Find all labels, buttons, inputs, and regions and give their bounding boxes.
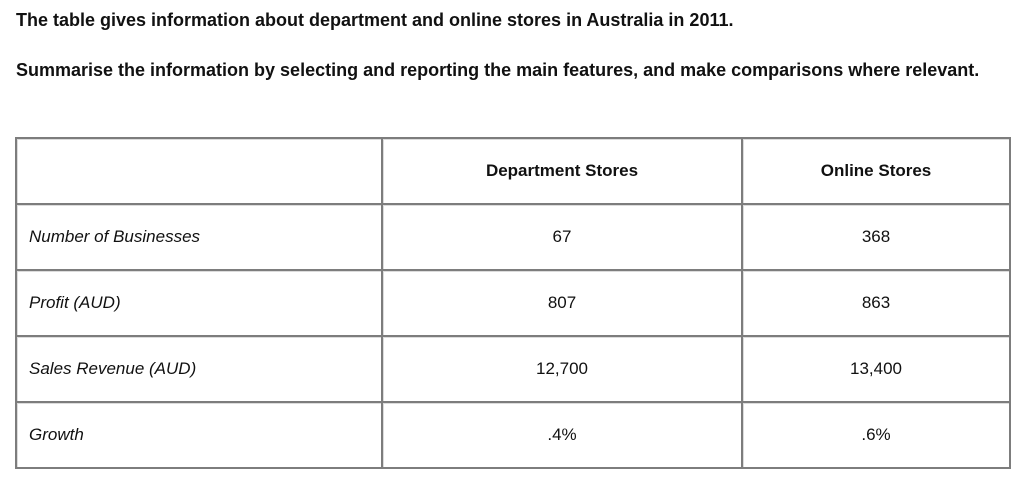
table-cell: 13,400 [741,335,1011,403]
table-row: Growth .4% .6% [15,401,1011,469]
table-cell: 863 [741,269,1011,337]
row-label-number-of-businesses: Number of Businesses [15,203,383,271]
row-label-sales-revenue: Sales Revenue (AUD) [15,335,383,403]
table-row: Sales Revenue (AUD) 12,700 13,400 [15,335,1011,403]
table-corner-cell [15,137,383,205]
row-label-growth: Growth [15,401,383,469]
table-header-row: Department Stores Online Stores [15,137,1011,205]
table-row: Profit (AUD) 807 863 [15,269,1011,337]
table-row: Number of Businesses 67 368 [15,203,1011,271]
data-table-container: Department Stores Online Stores Number o… [15,137,1011,469]
table-cell: 67 [381,203,743,271]
column-header-online-stores: Online Stores [741,137,1011,205]
table-cell: 368 [741,203,1011,271]
table-cell: .6% [741,401,1011,469]
task-description: The table gives information about depart… [16,10,734,30]
column-header-department-stores: Department Stores [381,137,743,205]
task-instruction: Summarise the information by selecting a… [16,60,980,80]
row-label-profit: Profit (AUD) [15,269,383,337]
stores-table: Department Stores Online Stores Number o… [15,137,1011,469]
table-cell: .4% [381,401,743,469]
table-cell: 807 [381,269,743,337]
table-cell: 12,700 [381,335,743,403]
